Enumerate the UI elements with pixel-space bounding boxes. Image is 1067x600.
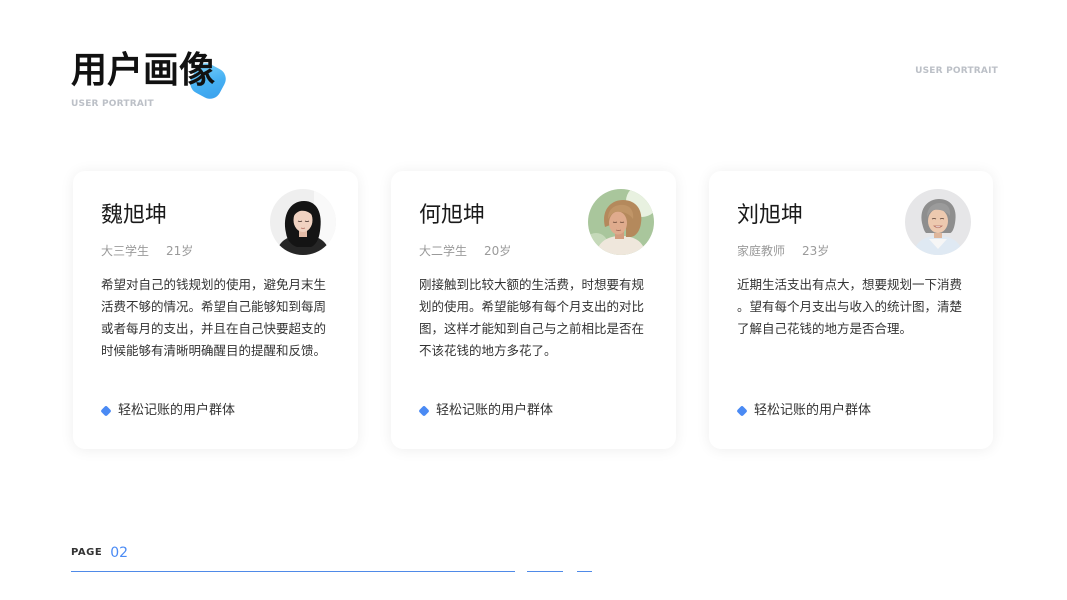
persona-age: 23岁 bbox=[802, 244, 830, 258]
page-label: PAGE bbox=[71, 547, 103, 558]
page-subtitle: USER PORTRAIT bbox=[71, 99, 154, 109]
persona-tag: 轻松记账的用户群体 bbox=[418, 402, 554, 420]
persona-age: 20岁 bbox=[484, 244, 512, 258]
persona-tag: 轻松记账的用户群体 bbox=[736, 402, 872, 420]
footer-line-long bbox=[71, 571, 515, 572]
corner-label: USER PORTRAIT bbox=[915, 66, 998, 76]
description-line: 活费不够的情况。希望自己能够知到每周 bbox=[101, 299, 327, 314]
footer-line-tiny bbox=[577, 571, 592, 572]
persona-meta: 家庭教师 23岁 bbox=[737, 243, 829, 259]
persona-description: 近期生活支出有点大，想要规划一下消费 。望有每个月支出与收入的统计图，清楚 了解… bbox=[737, 274, 962, 340]
avatar-portrait bbox=[905, 189, 971, 255]
persona-age: 21岁 bbox=[166, 244, 194, 258]
persona-description: 刚接触到比较大额的生活费，时想要有规 划的使用。希望能够有每个月支出的对比 图，… bbox=[419, 274, 644, 362]
persona-tag-label: 轻松记账的用户群体 bbox=[754, 403, 872, 418]
description-line: 或者每月的支出，并且在自己快要超支的 bbox=[101, 321, 327, 336]
description-line: 。望有每个月支出与收入的统计图，清楚 bbox=[737, 299, 963, 314]
description-line: 希望对自己的钱规划的使用，避免月末生 bbox=[101, 277, 327, 292]
persona-name: 魏旭坤 bbox=[101, 203, 168, 228]
persona-name: 刘旭坤 bbox=[737, 203, 804, 228]
persona-name: 何旭坤 bbox=[419, 203, 486, 228]
page-indicator: PAGE 02 bbox=[71, 545, 128, 561]
persona-tag: 轻松记账的用户群体 bbox=[100, 402, 236, 420]
description-line: 不该花钱的地方多花了。 bbox=[419, 343, 557, 358]
page-number: 02 bbox=[110, 545, 129, 561]
diamond-bullet-icon bbox=[418, 405, 430, 417]
avatar bbox=[270, 189, 336, 255]
description-line: 近期生活支出有点大，想要规划一下消费 bbox=[737, 277, 963, 292]
description-line: 刚接触到比较大额的生活费，时想要有规 bbox=[419, 277, 645, 292]
avatar bbox=[905, 189, 971, 255]
description-line: 图，这样才能知到自己与之前相比是否在 bbox=[419, 321, 645, 336]
persona-card: 刘旭坤 家庭教师 23岁 近期生活支出有点大，想要规划一下消费 。望有每个月支出与… bbox=[709, 171, 993, 449]
page-title: 用户画像 bbox=[71, 50, 216, 91]
diamond-bullet-icon bbox=[100, 405, 112, 417]
persona-tag-label: 轻松记账的用户群体 bbox=[118, 403, 236, 418]
avatar-portrait bbox=[588, 189, 654, 255]
persona-tag-label: 轻松记账的用户群体 bbox=[436, 403, 554, 418]
diamond-bullet-icon bbox=[736, 405, 748, 417]
avatar-portrait bbox=[270, 189, 336, 255]
description-line: 划的使用。希望能够有每个月支出的对比 bbox=[419, 299, 645, 314]
persona-card: 魏旭坤 大三学生 21岁 希望对自己的钱规划的使用，避免月末生 活费不够的情况。希… bbox=[73, 171, 358, 449]
description-line: 了解自己花钱的地方是否合理。 bbox=[737, 321, 913, 336]
footer-line-short bbox=[527, 571, 563, 572]
persona-meta: 大三学生 21岁 bbox=[101, 243, 193, 259]
slide-page: 用户画像 USER PORTRAIT USER PORTRAIT 魏旭坤 大三学… bbox=[0, 0, 1067, 600]
description-line: 时候能够有清晰明确醒目的提醒和反馈。 bbox=[101, 343, 327, 358]
persona-description: 希望对自己的钱规划的使用，避免月末生 活费不够的情况。希望自己能够知到每周 或者… bbox=[101, 274, 326, 362]
persona-role: 大三学生 bbox=[101, 244, 150, 258]
persona-role: 大二学生 bbox=[419, 244, 468, 258]
persona-role: 家庭教师 bbox=[737, 244, 786, 258]
persona-card: 何旭坤 大二学生 20岁 刚接触到比较大额的生活费，时想要有规 划的使用。希望能够… bbox=[391, 171, 676, 449]
avatar bbox=[588, 189, 654, 255]
persona-meta: 大二学生 20岁 bbox=[419, 243, 511, 259]
